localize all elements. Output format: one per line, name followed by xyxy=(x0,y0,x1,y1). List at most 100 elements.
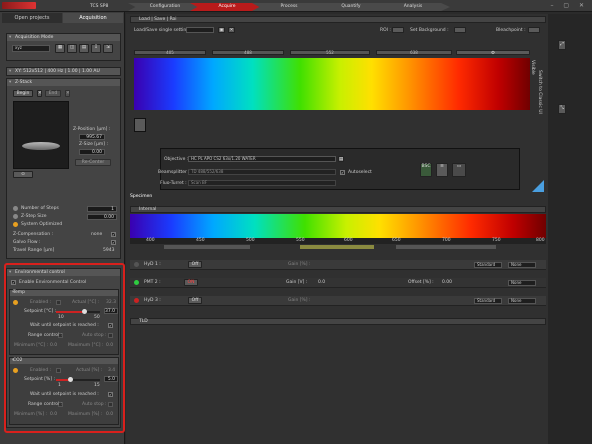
tab-open-projects[interactable]: Open projects xyxy=(2,13,62,23)
xy-section-title[interactable]: XY: 512x512 | 400 Hz | 1.00 | 1.00 AU xyxy=(7,68,120,75)
scale-tick: 650 xyxy=(392,238,401,243)
number-of-steps-field[interactable]: 1 xyxy=(87,206,117,212)
mode-icon-1[interactable]: ▦ xyxy=(55,44,65,53)
load-save-roi-header[interactable]: Load | Save | Roi xyxy=(130,16,546,23)
hyd3-name: HyD 3 : xyxy=(144,298,161,303)
acquisition-mode-select[interactable]: xyz xyxy=(12,45,50,52)
pmt2-band[interactable] xyxy=(300,245,374,249)
bleachpoint-toggle[interactable] xyxy=(528,27,540,33)
zstack-begin-button[interactable]: Begin xyxy=(13,90,33,97)
filter-button[interactable]: ≡ xyxy=(436,163,448,177)
switch-to-classic-button[interactable]: Switch to Classic UI xyxy=(537,70,542,114)
hyd3-band[interactable] xyxy=(396,245,496,249)
pmt2-lut-select[interactable]: None xyxy=(508,280,536,286)
hyd3-gain-label: Gain [%] : xyxy=(288,298,311,303)
single-setting-select[interactable] xyxy=(186,27,214,33)
tld-header[interactable]: TLD xyxy=(130,318,546,325)
hyd1-mode-select[interactable]: Standard xyxy=(474,262,502,268)
objective-lock-icon[interactable]: ▤ xyxy=(338,156,344,162)
hyd1-gain-label: Gain [%] : xyxy=(288,262,311,267)
scale-tick: 550 xyxy=(296,238,305,243)
laser-488-bar[interactable]: 488 xyxy=(212,50,284,55)
set-background-toggle[interactable] xyxy=(454,27,466,33)
end-clear-button[interactable]: ✕ xyxy=(65,90,70,97)
corner-arrow-icon xyxy=(532,180,544,192)
xy-section: XY: 512x512 | 400 Hz | 1.00 | 1.00 AU xyxy=(6,67,121,76)
hyd1-led-icon xyxy=(134,262,139,267)
collapse-arrow-icon[interactable]: ⤡ xyxy=(558,104,566,114)
recenter-button[interactable]: Re-Center xyxy=(75,159,111,166)
expand-arrow-icon[interactable]: ⤢ xyxy=(558,40,566,50)
z-compensation-value[interactable]: none xyxy=(91,232,102,237)
detection-spectrum[interactable] xyxy=(130,214,546,238)
bsc-button[interactable]: BSC xyxy=(420,163,432,177)
number-of-steps-radio[interactable] xyxy=(13,206,18,211)
z-position-field[interactable]: 995.67 xyxy=(79,134,105,140)
delete-icon[interactable]: ✕ xyxy=(228,27,235,33)
galvo-flow-checkbox[interactable] xyxy=(111,240,116,245)
laser-638-bar[interactable]: 638 xyxy=(376,50,452,55)
mode-icon-4[interactable]: ↧ xyxy=(91,44,101,53)
objective-label: Objective : xyxy=(164,157,189,162)
z-step-size-label: Z-Step Size xyxy=(21,214,47,219)
mode-icon-3[interactable]: ▤ xyxy=(79,44,89,53)
acquisition-mode-title[interactable]: Acquisition Mode xyxy=(7,34,120,41)
zstack-preview[interactable] xyxy=(13,101,69,169)
pmt2-name: PMT 2 : xyxy=(144,280,161,285)
mode-icon-5[interactable]: ⇲ xyxy=(103,44,113,53)
hyd3-lut-select[interactable]: None xyxy=(508,298,536,304)
autoselect-checkbox[interactable] xyxy=(340,170,345,175)
travel-range-value: 5943 xyxy=(103,248,115,253)
tab-analysis[interactable]: Analysis xyxy=(376,3,450,11)
bsc-label: BSC xyxy=(421,164,431,169)
pmt2-gain-label: Gain [V] : xyxy=(286,280,308,285)
pmt2-offset-label: Offset [%] : xyxy=(408,280,434,285)
zstack-end-button[interactable]: End xyxy=(45,90,61,97)
visible-spectrum-panel[interactable] xyxy=(134,58,530,110)
wavelength-scale: 400 450 500 550 600 650 700 750 800 xyxy=(130,238,546,244)
hyd1-band[interactable] xyxy=(164,245,250,249)
begin-clear-button[interactable]: ✕ xyxy=(37,90,42,97)
tab-acquisition[interactable]: Acquisition xyxy=(63,13,123,23)
z-size-field[interactable]: 0.00 xyxy=(79,149,105,155)
acquisition-mode-section: Acquisition Mode xyz ▦ ◫ ▤ ↧ ⇲ xyxy=(6,33,121,61)
save-icon[interactable]: ▣ xyxy=(218,27,225,33)
scale-tick: 750 xyxy=(492,238,501,243)
laser-405-bar[interactable]: 405 xyxy=(134,50,206,55)
pmt2-state-toggle[interactable]: ON xyxy=(184,279,198,286)
number-of-steps-label: Number of Steps xyxy=(21,206,59,211)
fluo-turret-select[interactable]: Scan BF xyxy=(188,180,336,186)
z-size-label: Z-Size [µm] : xyxy=(79,142,108,147)
tab-configuration[interactable]: Configuration xyxy=(128,3,202,11)
tab-process[interactable]: Process xyxy=(252,3,326,11)
visible-label: Visible xyxy=(530,60,535,75)
window-controls[interactable]: – ▢ ✕ xyxy=(550,2,588,9)
environmental-highlight xyxy=(4,263,125,433)
hyd3-mode-select[interactable]: Standard xyxy=(474,298,502,304)
z-step-size-radio[interactable] xyxy=(13,214,18,219)
zoom-slider-button[interactable]: ⊙ xyxy=(13,171,33,178)
display-button[interactable]: ▭ xyxy=(452,163,466,177)
z-compensation-checkbox[interactable] xyxy=(111,232,116,237)
z-step-size-field[interactable]: 0.00 xyxy=(87,214,117,220)
hyd3-state-toggle[interactable]: Off xyxy=(188,297,202,304)
zstack-title[interactable]: Z-Stack xyxy=(7,79,120,86)
laser-settings-button[interactable]: ⚙ xyxy=(456,50,530,56)
system-name: TCS SP8 xyxy=(90,4,109,9)
hyd1-state-toggle[interactable]: Off xyxy=(188,261,202,268)
laser-552-bar[interactable]: 552 xyxy=(290,50,370,55)
leica-logo xyxy=(2,2,36,9)
system-optimized-radio[interactable] xyxy=(13,222,18,227)
pmt2-offset-value[interactable]: 0.00 xyxy=(442,280,452,285)
internal-header[interactable]: Internal xyxy=(130,206,546,213)
hyd1-lut-select[interactable]: None xyxy=(508,262,536,268)
pmt2-gain-value[interactable]: 0.0 xyxy=(318,280,325,285)
beamsplitter-select[interactable]: TD 488/552/638 xyxy=(188,169,336,175)
objective-select[interactable]: HC PL APO CS2 63x/1.20 WATER xyxy=(188,156,336,162)
tab-acquire[interactable]: Acquire xyxy=(190,3,264,11)
specimen-label: Specimen xyxy=(130,194,153,199)
roi-toggle[interactable] xyxy=(392,27,404,33)
mode-icon-2[interactable]: ◫ xyxy=(67,44,77,53)
hyd3-led-icon xyxy=(134,298,139,303)
tab-quantify[interactable]: Quantify xyxy=(314,3,388,11)
